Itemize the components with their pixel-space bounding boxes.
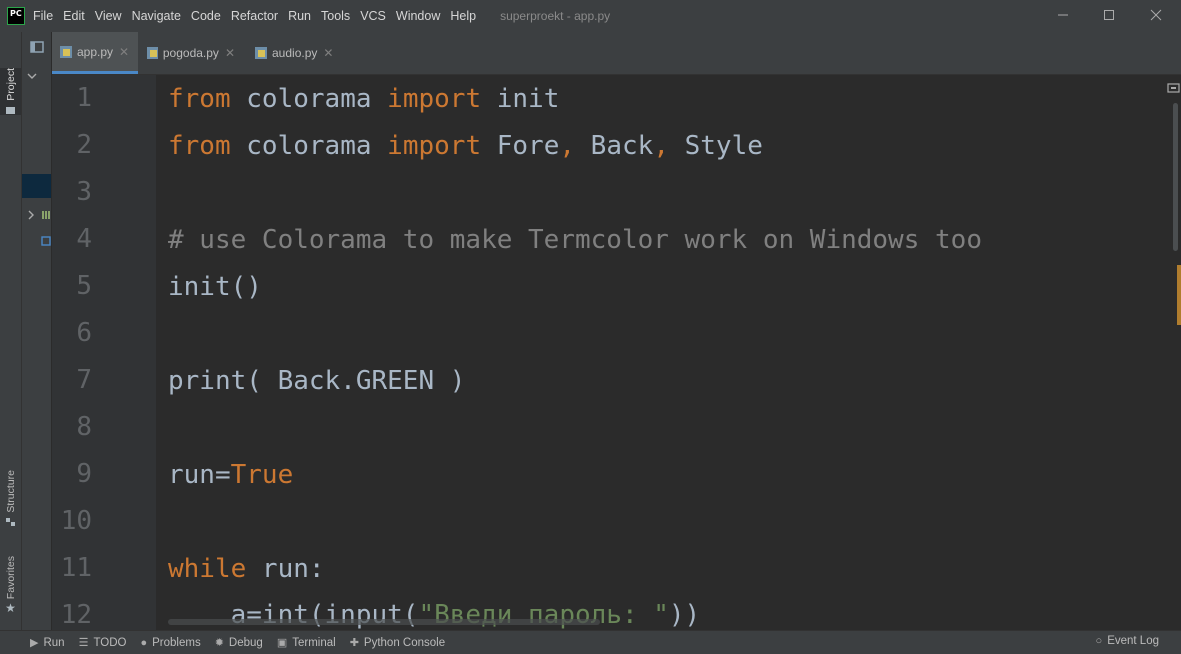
code-line-1[interactable]: from colorama import init <box>168 84 559 114</box>
problems-tool-button[interactable]: ● Problems <box>140 637 200 649</box>
menu-navigate[interactable]: Navigate <box>132 9 181 23</box>
minimize-icon <box>1058 14 1068 16</box>
code-line-5[interactable]: init() <box>168 272 262 302</box>
menu-help[interactable]: Help <box>450 9 476 23</box>
line-number: 7 <box>76 365 92 395</box>
menu-tools[interactable]: Tools <box>321 9 350 23</box>
terminal-tool-button[interactable]: ▣ Terminal <box>276 636 336 650</box>
tool-tab-project[interactable]: Project <box>0 68 21 115</box>
code-editor[interactable]: from colorama import init from colorama … <box>157 75 1167 630</box>
code-line-9[interactable]: run=True <box>168 460 293 490</box>
python-file-icon <box>60 45 72 58</box>
line-number: 3 <box>76 177 92 207</box>
code-line-4[interactable]: # use Colorama to make Termcolor work on… <box>168 225 982 255</box>
debug-tool-label: Debug <box>228 636 263 649</box>
menu-view[interactable]: View <box>95 9 122 23</box>
star-icon: ★ <box>5 601 16 616</box>
run-icon: ▶ <box>30 637 39 649</box>
vertical-scrollbar-thumb[interactable] <box>1173 103 1178 251</box>
libraries-icon <box>42 211 50 219</box>
tool-tab-project-label: Project <box>4 68 17 101</box>
code-line-12[interactable]: a=int(input("Введи пароль: ")) <box>168 600 701 630</box>
tab-app-py[interactable]: app.py ✕ <box>52 32 138 74</box>
todo-tool-label: TODO <box>93 636 127 649</box>
tab-close-icon[interactable]: ✕ <box>225 46 235 60</box>
menu-window[interactable]: Window <box>396 9 440 23</box>
tool-tab-favorites[interactable]: Favorites ★ <box>0 556 21 615</box>
tool-tab-structure[interactable]: Structure <box>0 470 21 527</box>
close-icon <box>1150 9 1162 21</box>
line-number: 8 <box>76 412 92 442</box>
menu-refactor[interactable]: Refactor <box>231 9 278 23</box>
tool-tab-favorites-label: Favorites <box>4 556 17 600</box>
tab-label: app.py <box>77 44 114 59</box>
tab-close-icon[interactable]: ✕ <box>119 45 129 59</box>
project-panel[interactable] <box>22 32 51 630</box>
maximize-button[interactable] <box>1086 0 1132 30</box>
todo-list-icon: ☰ <box>78 637 89 649</box>
maximize-icon <box>1104 10 1114 20</box>
tab-label: pogoda.py <box>162 46 219 60</box>
reader-mode-icon[interactable] <box>1167 83 1180 93</box>
line-number: 1 <box>76 83 92 113</box>
line-number: 10 <box>60 506 92 536</box>
structure-icon <box>6 517 15 526</box>
code-line-2[interactable]: from colorama import Fore, Back, Style <box>168 131 763 161</box>
minimize-button[interactable] <box>1040 0 1086 30</box>
line-number: 12 <box>60 600 92 630</box>
terminal-icon: ▣ <box>276 637 288 649</box>
code-line-11[interactable]: while run: <box>168 554 325 584</box>
pycharm-logo-icon: PC <box>7 7 25 25</box>
terminal-tool-label: Terminal <box>292 636 336 649</box>
python-console-tool-button[interactable]: ✚ Python Console <box>349 636 446 650</box>
left-tool-strip: Project Structure Favorites ★ <box>0 32 22 630</box>
tab-close-icon[interactable]: ✕ <box>323 46 333 60</box>
error-stripe-marker[interactable] <box>1177 265 1181 325</box>
event-log-button[interactable]: ○ Event Log <box>1096 635 1159 647</box>
problems-tool-label: Problems <box>152 636 201 649</box>
close-button[interactable] <box>1133 0 1179 30</box>
menu-vcs[interactable]: VCS <box>360 9 386 23</box>
line-number: 5 <box>76 271 92 301</box>
tab-audio-py[interactable]: audio.py ✕ <box>247 32 342 74</box>
menu-edit[interactable]: Edit <box>63 9 85 23</box>
event-log-label: Event Log <box>1107 635 1159 647</box>
window-title: superproekt - app.py <box>500 9 611 23</box>
debug-tool-button[interactable]: ✹ Debug <box>214 636 263 650</box>
project-view-icon[interactable] <box>30 41 44 53</box>
menu-file[interactable]: File <box>33 9 53 23</box>
horizontal-scrollbar[interactable] <box>168 619 600 625</box>
project-tree-selected-row[interactable] <box>22 174 51 198</box>
line-number: 6 <box>76 318 92 348</box>
right-scroll-strip[interactable] <box>1167 75 1181 630</box>
tool-tab-structure-label: Structure <box>4 470 17 513</box>
python-file-icon <box>147 47 158 59</box>
title-bar: PC File Edit View Navigate Code Refactor… <box>0 0 1181 32</box>
folder-icon <box>6 106 15 114</box>
tab-pogoda-py[interactable]: pogoda.py ✕ <box>139 32 243 74</box>
python-console-tool-label: Python Console <box>363 636 446 649</box>
line-number: 9 <box>76 459 92 489</box>
run-tool-button[interactable]: ▶ Run <box>30 636 65 650</box>
line-number-gutter[interactable]: 1 2 3 4 5 6 7 8 9 10 11 12 <box>52 75 156 630</box>
line-number: 4 <box>76 224 92 254</box>
menu-code[interactable]: Code <box>191 9 221 23</box>
code-line-7[interactable]: print( Back.GREEN ) <box>168 366 465 396</box>
problems-icon: ● <box>140 636 148 649</box>
event-log-icon: ○ <box>1095 635 1103 647</box>
editor-tab-bar: app.py ✕ pogoda.py ✕ audio.py ✕ <box>52 32 1181 75</box>
todo-tool-button[interactable]: ☰ TODO <box>78 636 127 650</box>
tab-label: audio.py <box>272 46 318 60</box>
scratches-icon <box>41 236 51 246</box>
bottom-tool-bar: ▶ Run ☰ TODO ● Problems ✹ Debug ▣ Termin… <box>0 630 1181 654</box>
line-number: 11 <box>60 553 92 583</box>
chevron-right-icon[interactable] <box>27 210 35 220</box>
chevron-down-icon[interactable] <box>27 72 37 80</box>
python-file-icon <box>255 47 267 59</box>
line-number: 2 <box>76 130 92 160</box>
python-console-icon: ✚ <box>349 637 359 649</box>
menu-run[interactable]: Run <box>288 9 311 23</box>
debug-bug-icon: ✹ <box>214 637 224 649</box>
run-tool-label: Run <box>43 636 65 649</box>
